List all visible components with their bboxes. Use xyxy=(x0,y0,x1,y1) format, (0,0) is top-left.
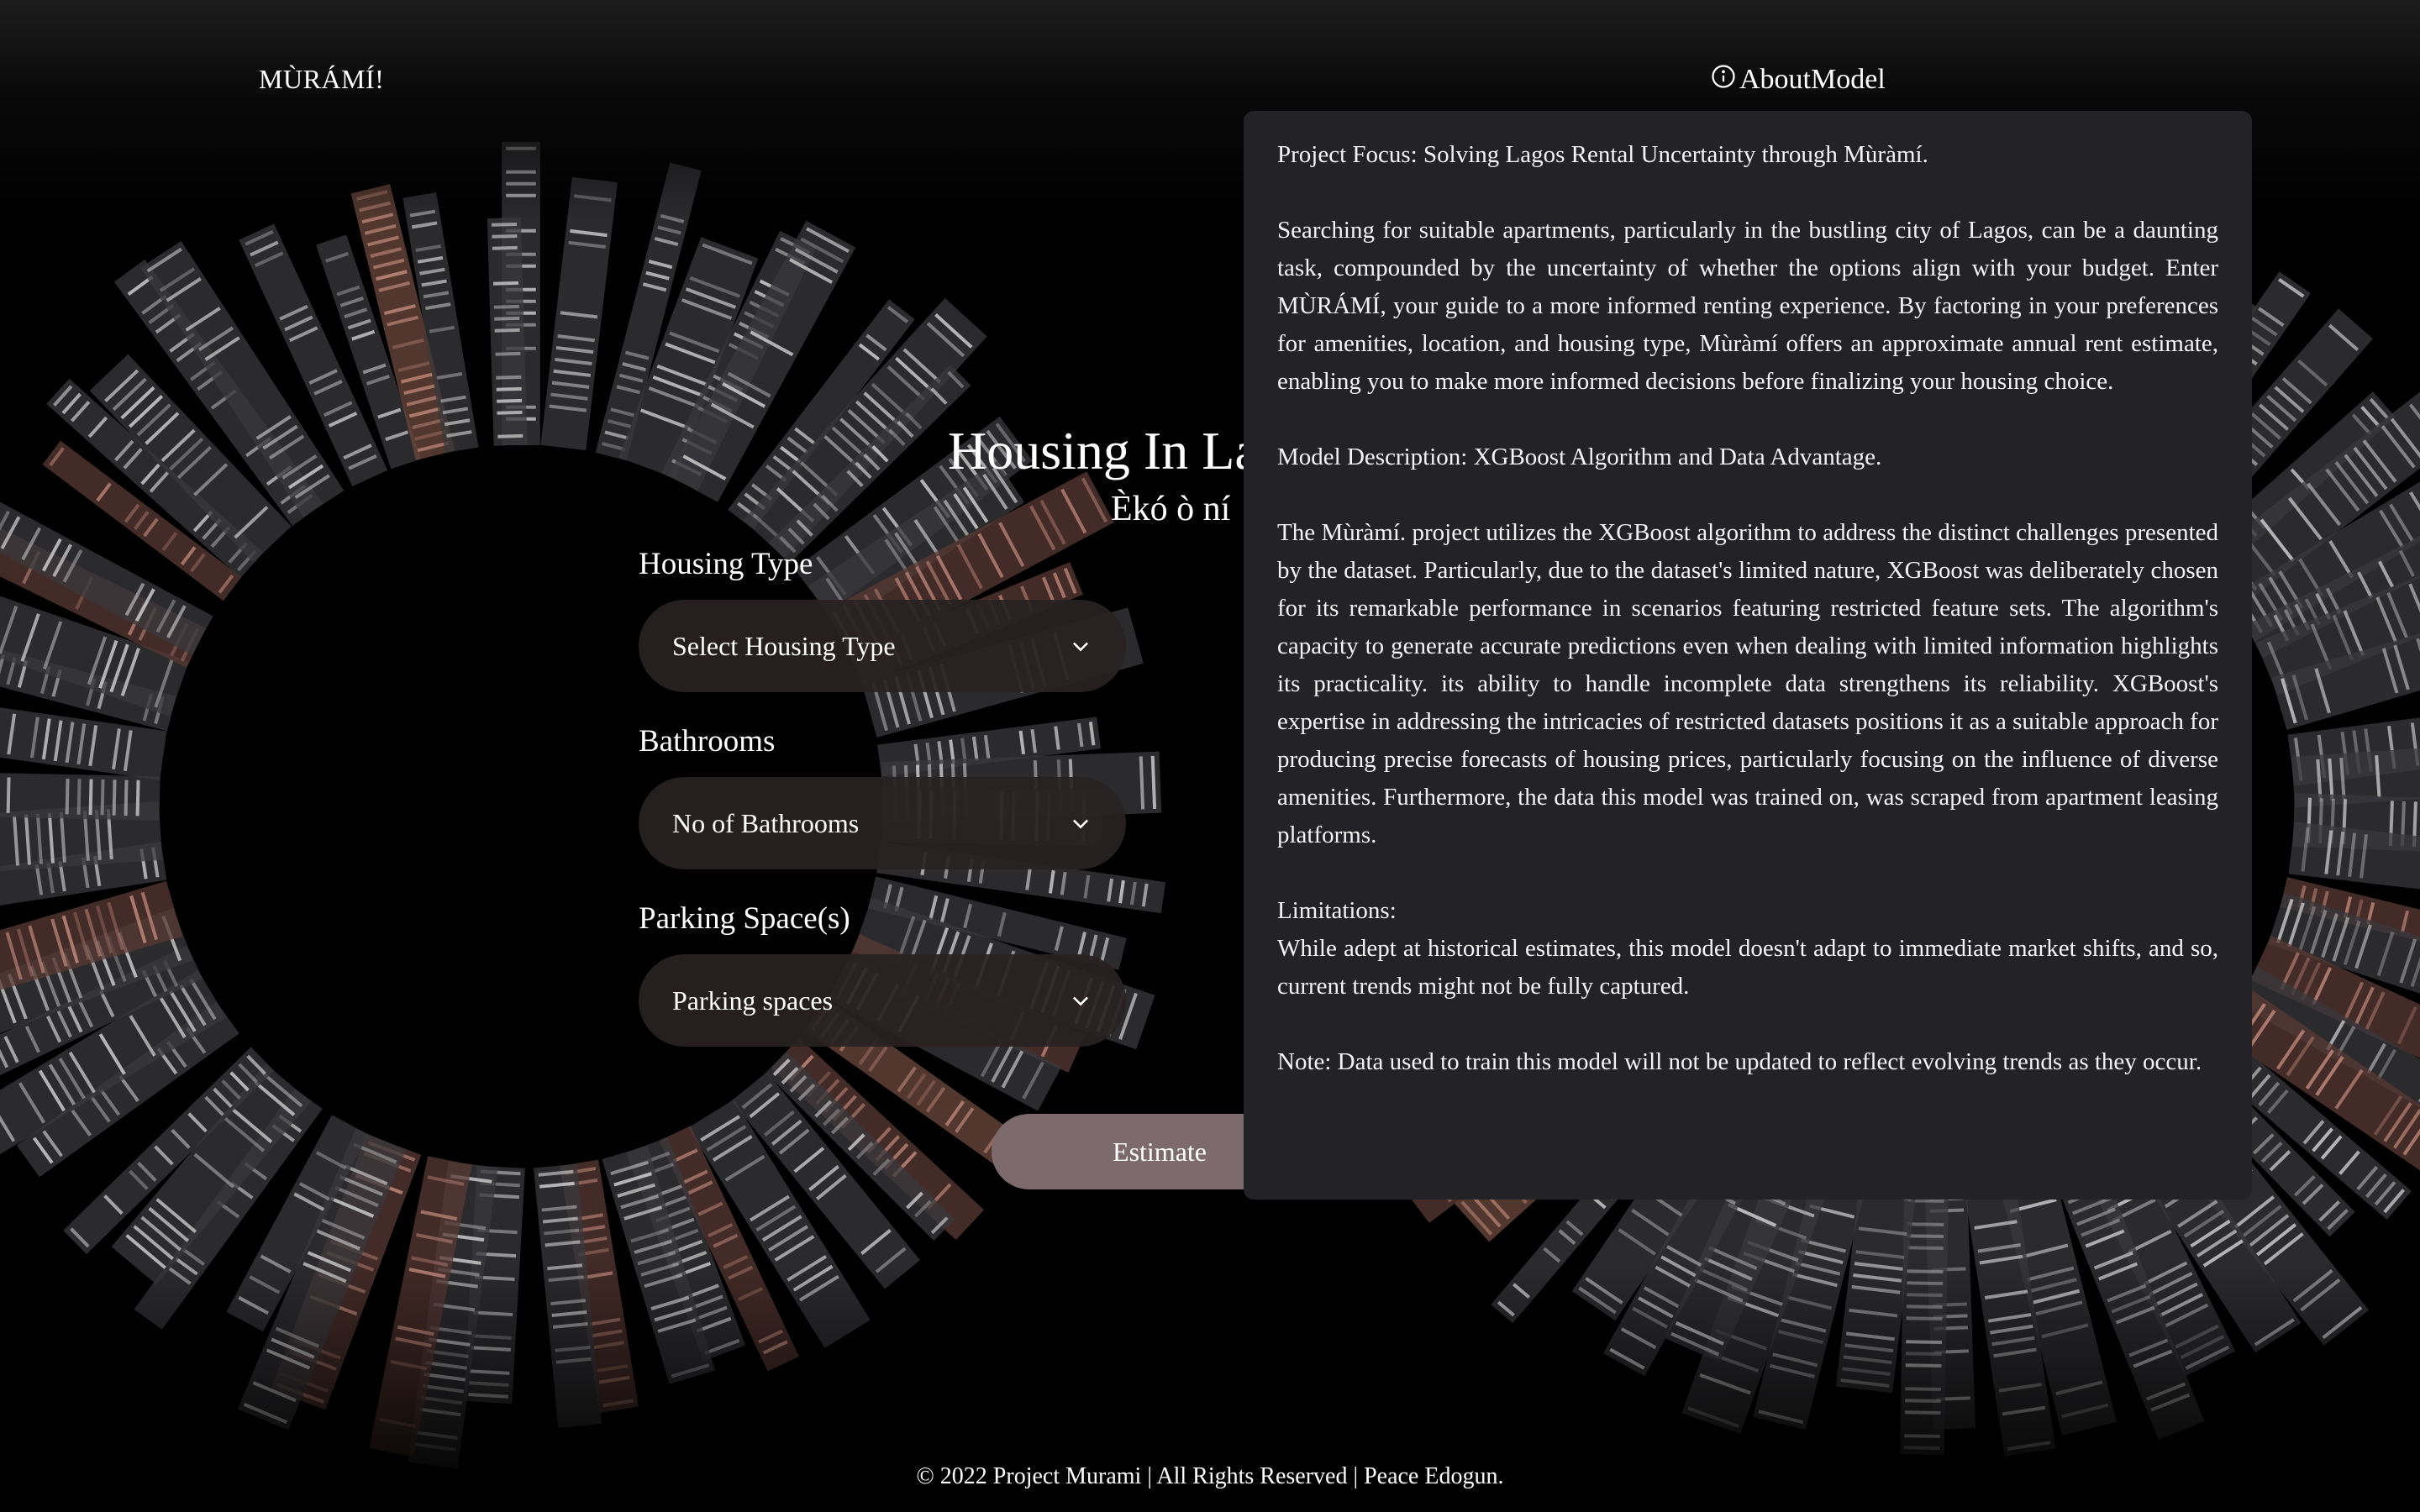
about-model-label: AboutModel xyxy=(1739,64,1886,95)
parking-value: Parking spaces xyxy=(672,984,834,1016)
model-description: The Mùràmí. project utilizes the XGBoost… xyxy=(1277,519,2218,848)
chevron-down-icon xyxy=(1072,642,1089,652)
bathrooms-select[interactable]: No of Bathrooms xyxy=(639,777,1126,869)
footer-copyright: © 2022 Project Murami | All Rights Reser… xyxy=(916,1463,1504,1489)
about-model-link[interactable]: AboutModel xyxy=(1711,64,1886,96)
limitations-body: While adept at historical estimates, thi… xyxy=(1277,935,2218,1000)
page: MÙRÁMÍ! AboutModel Housing In Lagos Èkó … xyxy=(0,0,2420,1512)
note-paragraph: Note: Data used to train this model will… xyxy=(1277,1048,2202,1075)
page-subtitle: Èkó ò ní xyxy=(1111,490,1231,528)
bathrooms-label: Bathrooms xyxy=(639,724,776,759)
about-model-panel: Project Focus: Solving Lagos Rental Unce… xyxy=(1244,111,2252,1200)
parking-select[interactable]: Parking spaces xyxy=(639,954,1126,1047)
parking-label: Parking Space(s) xyxy=(639,901,850,936)
housing-type-label: Housing Type xyxy=(639,547,813,581)
intro-paragraph: Searching for suitable apartments, parti… xyxy=(1277,217,2218,395)
housing-type-select[interactable]: Select Housing Type xyxy=(639,600,1126,692)
limitations-heading: Limitations: xyxy=(1277,897,1397,924)
project-focus: Project Focus: Solving Lagos Rental Unce… xyxy=(1277,141,1928,168)
chevron-down-icon xyxy=(1072,819,1089,829)
housing-type-value: Select Housing Type xyxy=(672,630,896,661)
info-icon xyxy=(1712,65,1735,88)
bathrooms-value: No of Bathrooms xyxy=(672,807,860,838)
brand-logo[interactable]: MÙRÁMÍ! xyxy=(259,64,384,95)
chevron-down-icon xyxy=(1072,996,1089,1006)
model-heading: Model Description: XGBoost Algorithm and… xyxy=(1277,444,1882,470)
